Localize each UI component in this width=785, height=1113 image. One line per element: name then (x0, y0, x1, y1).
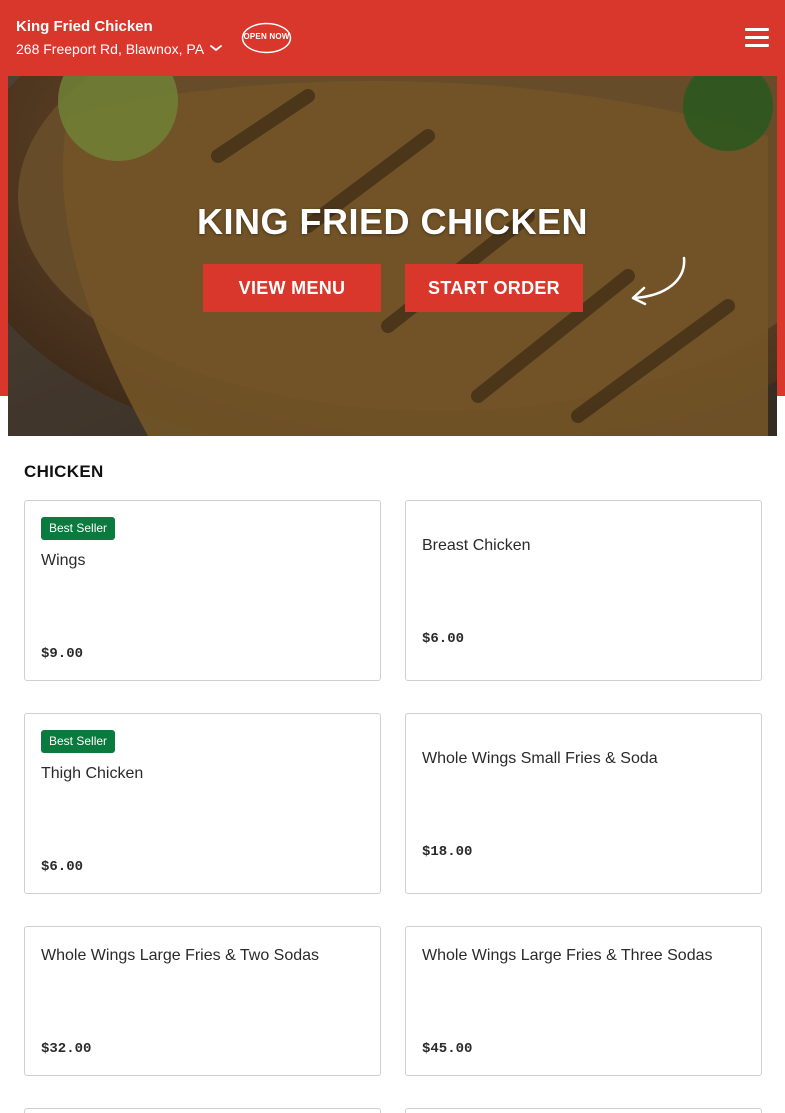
item-name: Whole Wings Large Fries & Two Sodas (41, 947, 320, 964)
open-now-label: OPEN NOW (243, 32, 290, 41)
start-order-button[interactable]: START ORDER (405, 264, 583, 312)
hamburger-icon[interactable] (745, 28, 769, 48)
menu-item-card[interactable]: Whole Wings Large Fries & Three Sodas $4… (405, 926, 762, 1076)
item-price: $6.00 (422, 631, 465, 647)
chevron-down-icon[interactable] (209, 43, 223, 53)
best-seller-badge: Best Seller (41, 730, 116, 753)
item-price: $18.00 (422, 844, 473, 860)
menu-item-card[interactable]: Whole Wings Large Fries & Two Sodas $32.… (24, 926, 381, 1076)
item-name: Wings (41, 552, 86, 569)
hero-banner: KING FRIED CHICKEN VIEW MENU START ORDER (8, 76, 777, 436)
item-name: Whole Wings Large Fries & Three Sodas (422, 947, 713, 964)
item-price: $32.00 (41, 1041, 92, 1057)
curved-arrow-icon (631, 256, 686, 306)
item-price: $6.00 (41, 859, 84, 875)
item-name: Breast Chicken (422, 537, 531, 554)
open-now-badge: OPEN NOW (241, 22, 292, 54)
menu-item-card[interactable]: Best Seller Thigh Chicken $6.00 (24, 713, 381, 894)
menu-item-card[interactable]: Best Seller Wings $9.00 (24, 500, 381, 681)
item-price: $45.00 (422, 1041, 473, 1057)
business-name[interactable]: King Fried Chicken (16, 18, 153, 35)
best-seller-badge: Best Seller (41, 517, 116, 540)
top-header: King Fried Chicken 268 Freeport Rd, Blaw… (0, 0, 785, 76)
business-address[interactable]: 268 Freeport Rd, Blawnox, PA (16, 41, 204, 57)
section-title: CHICKEN (24, 462, 104, 481)
hero-title: KING FRIED CHICKEN (196, 201, 588, 242)
menu-item-card-partial[interactable] (405, 1108, 762, 1113)
item-price: $9.00 (41, 646, 84, 662)
menu-item-card[interactable]: Whole Wings Small Fries & Soda $18.00 (405, 713, 762, 894)
item-name: Whole Wings Small Fries & Soda (422, 750, 658, 767)
menu-item-card-partial[interactable] (24, 1108, 381, 1113)
view-menu-button[interactable]: VIEW MENU (203, 264, 381, 312)
menu-item-card[interactable]: Breast Chicken $6.00 (405, 500, 762, 681)
item-name: Thigh Chicken (41, 765, 144, 782)
